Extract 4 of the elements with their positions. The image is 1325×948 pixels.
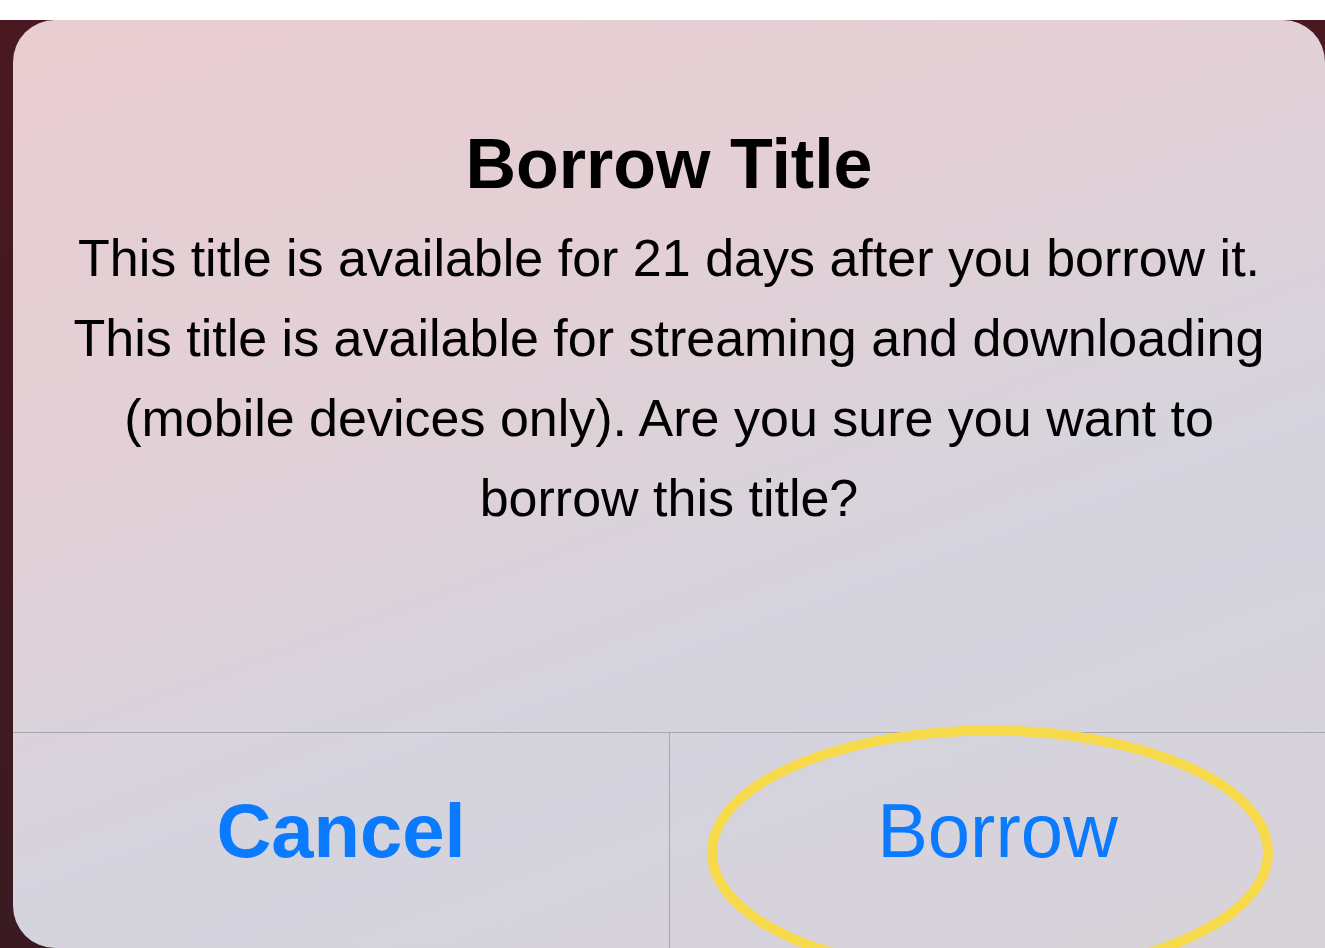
alert-message: This title is available for 21 days after you borrow it. This title is available for streaming and downloading (mobile devices only). Are you sure you want to borrow this title? (73, 228, 1265, 529)
cancel-button[interactable]: Cancel (13, 733, 669, 948)
alert-title: Borrow Title (465, 124, 873, 204)
confirm-button[interactable]: Borrow (669, 733, 1325, 948)
